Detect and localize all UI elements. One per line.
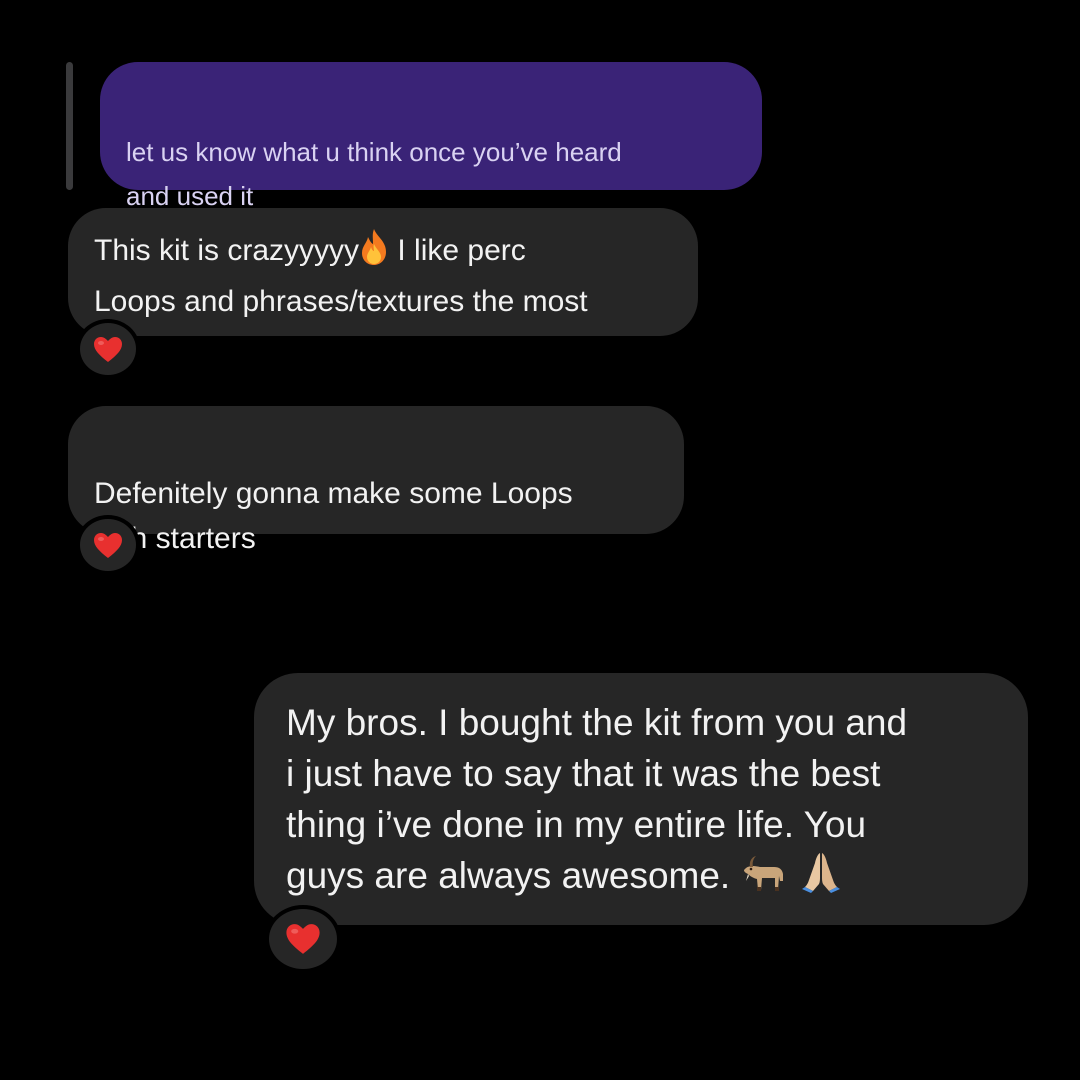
heart-reaction[interactable]: [265, 905, 341, 973]
received-message-bubble[interactable]: This kit is crazyyyyy I like perc Loops …: [68, 208, 698, 336]
red-heart-icon: [93, 532, 123, 559]
quoted-message-bubble[interactable]: let us know what u think once you’ve hea…: [100, 62, 762, 211]
fire-icon: [359, 228, 389, 279]
folded-hands-icon: [799, 850, 843, 907]
sent-message-bubble[interactable]: My bros. I bought the kit from you and i…: [254, 673, 1028, 925]
received-message-bubble[interactable]: Defenitely gonna make some Loops with st…: [68, 406, 684, 555]
red-heart-icon: [93, 336, 123, 363]
message-text: This kit is crazyyyyy: [94, 234, 360, 267]
heart-reaction[interactable]: [76, 515, 140, 575]
quoted-message-text: let us know what u think once you’ve hea…: [126, 137, 622, 211]
reply-indicator-bar: [66, 62, 73, 190]
heart-reaction[interactable]: [76, 319, 140, 379]
red-heart-icon: [285, 923, 321, 955]
message-text: Defenitely gonna make some Loops with st…: [94, 477, 573, 555]
goat-icon: [740, 854, 788, 907]
